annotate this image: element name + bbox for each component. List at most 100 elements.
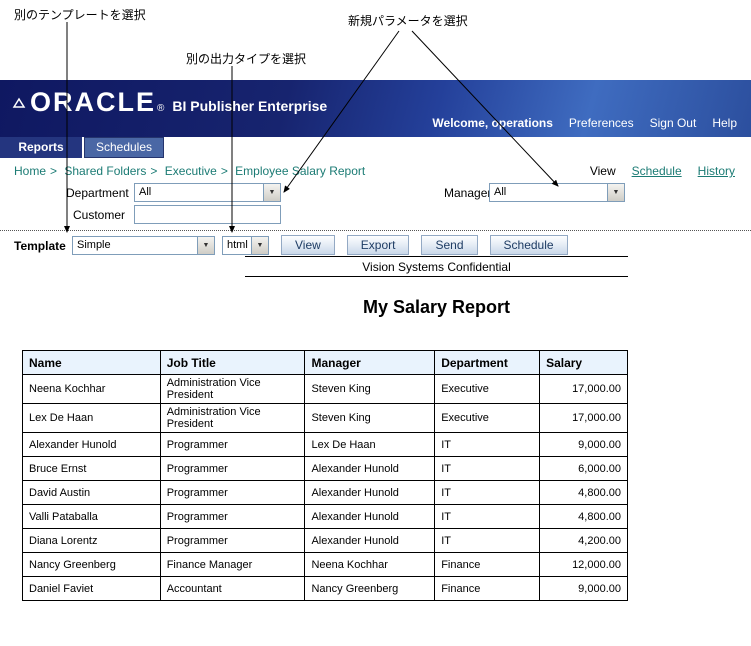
table-cell: Neena Kochhar	[304, 552, 436, 577]
table-cell: 4,200.00	[539, 528, 628, 553]
department-select-value: All	[139, 186, 152, 198]
product-title: BI Publisher Enterprise	[172, 98, 328, 114]
col-header-job-title: Job Title	[159, 350, 306, 375]
table-cell: Bruce Ernst	[22, 456, 161, 481]
registered-mark: ®	[157, 103, 165, 114]
confidential-header: Vision Systems Confidential	[245, 256, 628, 277]
table-cell: 4,800.00	[539, 480, 628, 505]
customer-input[interactable]	[134, 205, 281, 224]
breadcrumb-home[interactable]: Home	[14, 164, 46, 178]
breadcrumb-shared-folders[interactable]: Shared Folders	[64, 164, 146, 178]
dropdown-arrow-icon: ▼	[607, 184, 624, 201]
breadcrumb-executive[interactable]: Executive	[165, 164, 217, 178]
output-type-select-value: html	[227, 239, 248, 251]
col-header-salary: Salary	[539, 350, 628, 375]
export-button[interactable]: Export	[346, 235, 410, 255]
page: 別のテンプレートを選択 別の出力タイプを選択 新規パラメータを選択 ORACLE…	[0, 0, 751, 646]
template-select[interactable]: Simple ▼	[72, 236, 215, 255]
table-cell: Nancy Greenberg	[304, 576, 436, 601]
table-cell: IT	[434, 456, 541, 481]
customer-label: Customer	[73, 208, 126, 222]
table-cell: Alexander Hunold	[304, 528, 436, 553]
annotation-select-template: 別のテンプレートを選択	[14, 8, 146, 22]
template-label: Template	[14, 239, 66, 253]
sign-out-link[interactable]: Sign Out	[650, 116, 697, 130]
report-title: My Salary Report	[362, 297, 511, 317]
table-cell: Alexander Hunold	[22, 432, 161, 457]
schedule-link[interactable]: Schedule	[632, 164, 682, 178]
table-cell: Daniel Faviet	[22, 576, 161, 601]
col-header-manager: Manager	[304, 350, 436, 375]
tab-bar: Reports Schedules	[0, 137, 751, 158]
table-cell: IT	[434, 504, 541, 529]
oracle-logo: ORACLE	[30, 87, 156, 117]
table-cell: 17,000.00	[539, 403, 628, 433]
tab-reports[interactable]: Reports	[0, 137, 82, 158]
table-cell: 9,000.00	[539, 432, 628, 457]
table-row: Nancy Greenberg Finance Manager Neena Koch…	[22, 552, 628, 577]
table-cell: 9,000.00	[539, 576, 628, 601]
table-cell: Accountant	[159, 576, 306, 601]
table-row: Lex De Haan Administration Vice President…	[22, 403, 628, 433]
table-row: Valli Pataballa Programmer Alexander Hunol…	[22, 504, 628, 529]
department-select[interactable]: All ▼	[134, 183, 281, 202]
table-cell: Finance	[434, 552, 541, 577]
table-cell: Nancy Greenberg	[22, 552, 161, 577]
breadcrumb-actions: View Schedule History	[590, 164, 735, 178]
col-header-department: Department	[434, 350, 541, 375]
manager-label: Manager	[444, 186, 492, 200]
view-mode-label: View	[589, 164, 616, 178]
salary-table-body: Neena Kochhar Administration Vice Preside…	[22, 374, 628, 601]
section-divider	[0, 230, 751, 231]
table-row: Diana Lorentz Programmer Alexander Hunold I…	[22, 528, 628, 553]
table-row: Neena Kochhar Administration Vice Preside…	[22, 374, 628, 404]
table-cell: Programmer	[159, 456, 306, 481]
table-cell: 17,000.00	[539, 374, 628, 404]
dropdown-arrow-icon: ▼	[251, 237, 268, 254]
dropdown-arrow-icon: ▼	[197, 237, 214, 254]
table-cell: Steven King	[304, 374, 436, 404]
table-row: Alexander Hunold Programmer Lex De Haan IT 9…	[22, 432, 628, 457]
table-cell: Valli Pataballa	[22, 504, 161, 529]
table-cell: Administration Vice President	[159, 374, 306, 404]
table-cell: Finance Manager	[159, 552, 306, 577]
welcome-text: Welcome, operations	[432, 116, 553, 130]
table-cell: Programmer	[159, 504, 306, 529]
table-cell: Executive	[434, 403, 541, 433]
history-link[interactable]: History	[698, 164, 735, 178]
salary-table: Name Job Title Manager Department Salary…	[22, 350, 628, 601]
schedule-button[interactable]: Schedule	[489, 235, 568, 255]
table-cell: Lex De Haan	[304, 432, 436, 457]
preferences-link[interactable]: Preferences	[569, 116, 634, 130]
table-cell: Lex De Haan	[22, 403, 161, 433]
table-row: David Austin Programmer Alexander Hunold IT…	[22, 480, 628, 505]
table-cell: Alexander Hunold	[304, 504, 436, 529]
template-select-value: Simple	[77, 239, 111, 251]
table-cell: David Austin	[22, 480, 161, 505]
table-cell: Programmer	[159, 480, 306, 505]
breadcrumb-employee-salary-report[interactable]: Employee Salary Report	[235, 164, 365, 178]
oracle-logo-mark-icon	[12, 97, 26, 109]
manager-select[interactable]: All ▼	[489, 183, 625, 202]
send-button[interactable]: Send	[421, 235, 478, 255]
breadcrumb-separator: >	[220, 164, 228, 178]
breadcrumb-separator: >	[150, 164, 158, 178]
toolbar-buttons: View Export Send Schedule	[281, 235, 568, 255]
annotation-select-parameters: 新規パラメータを選択	[348, 14, 468, 28]
table-cell: IT	[434, 480, 541, 505]
table-cell: Finance	[434, 576, 541, 601]
banner: ORACLE ® BI Publisher Enterprise Welcome…	[0, 80, 751, 137]
table-cell: Executive	[434, 374, 541, 404]
table-cell: Alexander Hunold	[304, 480, 436, 505]
col-header-name: Name	[22, 350, 161, 375]
logo-row: ORACLE ® BI Publisher Enterprise	[12, 87, 327, 118]
help-link[interactable]: Help	[712, 116, 737, 130]
tab-schedules[interactable]: Schedules	[84, 137, 164, 158]
table-cell: Programmer	[159, 528, 306, 553]
table-cell: 6,000.00	[539, 456, 628, 481]
table-cell: 12,000.00	[539, 552, 628, 577]
output-type-select[interactable]: html ▼	[222, 236, 269, 255]
table-cell: Steven King	[304, 403, 436, 433]
view-button[interactable]: View	[281, 235, 335, 255]
table-cell: Neena Kochhar	[22, 374, 161, 404]
